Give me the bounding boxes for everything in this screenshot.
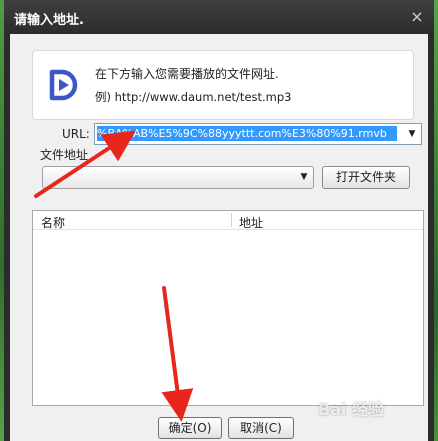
baidu-watermark: Bai 经验 <box>318 400 385 419</box>
file-path-label: 文件地址 <box>40 148 89 162</box>
url-value[interactable]: %BA%AB%E5%9C%88yyyttt.com%E3%80%91.rmvb <box>97 126 397 141</box>
url-dropdown-chevron-icon[interactable]: ▼ <box>405 127 419 141</box>
list-header: 名称 地址 <box>33 211 423 230</box>
file-path-select[interactable]: ▼ <box>42 166 314 189</box>
url-input[interactable]: %BA%AB%E5%9C%88yyyttt.com%E3%80%91.rmvb … <box>94 123 422 145</box>
column-divider[interactable] <box>231 213 232 227</box>
dialog-title: 请输入地址. <box>14 13 84 28</box>
open-folder-button[interactable]: 打开文件夹 <box>322 166 410 189</box>
info-instruction: 在下方输入您需要播放的文件网址. <box>95 67 279 81</box>
url-label: URL: <box>62 127 90 141</box>
file-list[interactable]: 名称 地址 <box>32 210 424 406</box>
file-dropdown-chevron-icon[interactable]: ▼ <box>298 171 310 183</box>
column-header-address[interactable]: 地址 <box>239 214 263 231</box>
close-icon[interactable]: × <box>408 8 426 26</box>
dialog-window: 请输入地址. × 在下方输入您需要播放的文件网址. 例) http://www.… <box>4 0 434 441</box>
dialog-body: 在下方输入您需要播放的文件网址. 例) http://www.daum.net/… <box>10 34 428 441</box>
title-bar: 请输入地址. × <box>4 0 434 34</box>
ok-button[interactable]: 确定(O) <box>158 417 222 439</box>
play-logo-icon <box>49 69 78 101</box>
info-panel: 在下方输入您需要播放的文件网址. 例) http://www.daum.net/… <box>32 50 414 120</box>
cancel-button[interactable]: 取消(C) <box>228 417 294 439</box>
info-example: 例) http://www.daum.net/test.mp3 <box>95 90 292 104</box>
column-header-name[interactable]: 名称 <box>41 214 65 231</box>
